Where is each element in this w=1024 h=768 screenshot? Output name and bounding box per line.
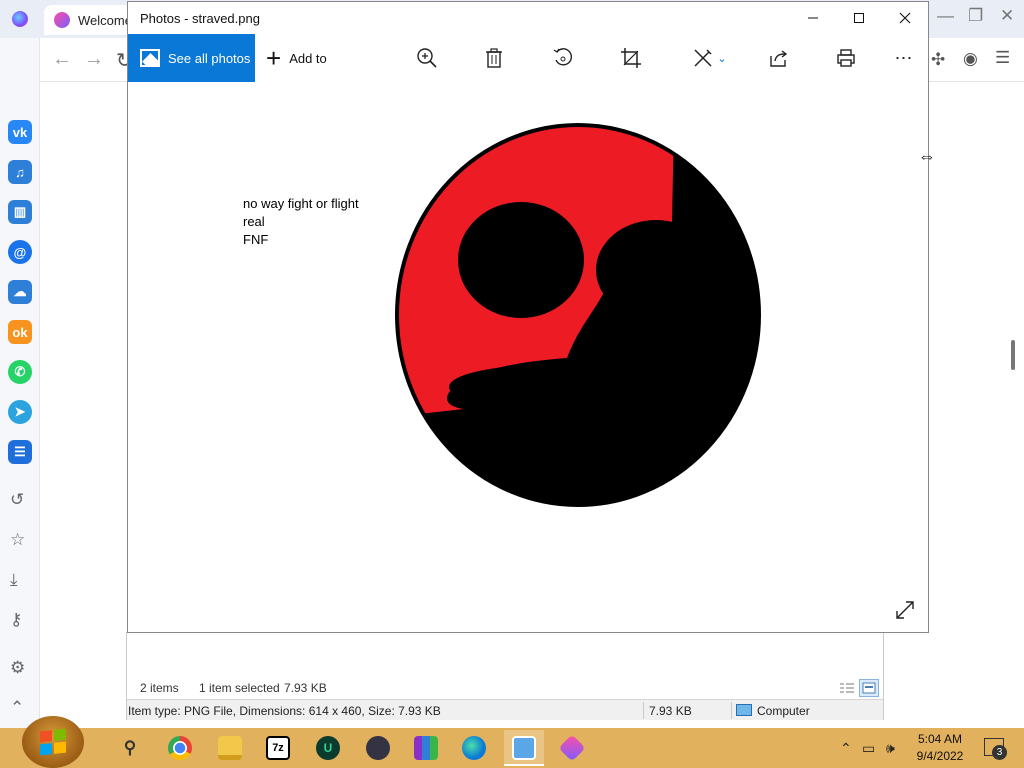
chrome-icon[interactable] [168,736,192,760]
photo-gallery-icon [140,49,160,67]
browser-logo-icon[interactable] [12,11,28,27]
minimize-icon [808,17,818,19]
search-icon[interactable]: ⚲ [118,736,142,760]
full-screen-expand-icon[interactable] [894,599,916,624]
crop-icon[interactable] [619,46,643,70]
notification-count-badge: 3 [992,745,1007,760]
forward-arrow-icon[interactable]: → [84,48,104,71]
minimize-button[interactable] [790,2,836,34]
history-icon[interactable]: ↺ [10,490,24,510]
image-caption-text: no way fight or flight real FNF [243,195,359,249]
edit-draw-icon[interactable] [691,46,715,70]
telegram-icon[interactable]: ➤ [8,400,32,424]
window-title: Photos - straved.png [140,11,260,26]
browser-sidebar: vk ♫ ▥ @ ☁ ok ✆ ➤ ☰ ↺ ☆ ⤓ ⚷ ⚙ ⌃ [0,38,40,728]
computer-icon [736,704,752,716]
explorer-status-bar: Item type: PNG File, Dimensions: 614 x 4… [127,699,883,720]
delete-trash-icon[interactable] [482,46,506,70]
photos-titlebar[interactable]: Photos - straved.png [128,2,928,34]
explorer-window: 2 items 1 item selected 7.93 KB Item typ… [126,632,884,720]
selected-size: 7.93 KB [284,681,327,695]
more-options-icon[interactable]: ⋯ [892,46,916,70]
caption-line: real [243,214,265,229]
caption-line: FNF [243,232,269,247]
photos-toolbar: See all photos + Add to ⌄ ⋯ [128,34,928,82]
explorer-items-bar: 2 items 1 item selected 7.93 KB [127,677,883,699]
print-icon[interactable] [834,46,858,70]
extensions-puzzle-icon[interactable]: ✣ [931,50,945,70]
close-button[interactable] [882,2,928,34]
caption-line: no way fight or flight [243,196,359,211]
items-count: 2 items [140,681,179,695]
maximize-button[interactable] [836,2,882,34]
chart-icon[interactable]: ▥ [8,200,32,224]
red-black-circle-artwork [395,123,761,507]
show-hidden-icons-chevron-icon[interactable]: ⌃ [840,740,852,757]
music-icon[interactable]: ♫ [8,160,32,184]
share-icon[interactable] [766,46,790,70]
vpn-helmet-icon[interactable] [366,736,390,760]
key-icon[interactable]: ⚷ [10,610,22,630]
windows-logo-icon [40,728,66,756]
status-size: 7.93 KB [649,704,692,718]
browser-scrollbar-thumb[interactable] [1011,340,1015,370]
start-button[interactable] [22,716,84,768]
system-clock[interactable]: 5:04 AM 9/4/2022 [908,731,972,765]
status-divider [731,702,732,719]
resize-cursor-icon: ⇔ [918,146,936,166]
see-all-photos-button[interactable]: See all photos [128,34,255,82]
status-location: Computer [757,704,810,718]
settings-icon[interactable]: ⚙ [10,658,25,678]
plus-icon: + [266,43,282,73]
tab-favicon-icon [54,12,70,28]
volume-icon[interactable]: 🕪 [886,740,895,757]
cloud-icon[interactable]: ☁ [8,280,32,304]
list-icon[interactable]: ☰ [8,440,32,464]
utorrent-icon[interactable]: U [316,736,340,760]
network-icon[interactable]: ▭ [862,740,875,757]
download-icon[interactable]: ⤓ [10,570,18,590]
photos-window: Photos - straved.png See all photos + Ad… [127,1,929,633]
large-icons-view-icon[interactable] [859,679,879,697]
chevron-up-icon[interactable]: ⌃ [10,698,24,718]
browser-close-icon[interactable]: ✕ [1000,6,1014,26]
status-item-type: Item type: PNG File, Dimensions: 614 x 4… [128,704,441,718]
image-canvas[interactable]: no way fight or flight real FNF [128,82,928,632]
photos-app-icon[interactable] [512,736,536,760]
odnoklassniki-icon[interactable]: ok [8,320,32,344]
whatsapp-icon[interactable]: ✆ [8,360,32,384]
7zip-icon[interactable]: 7z [266,736,290,760]
browser-app-icon[interactable] [558,734,586,762]
add-to-button[interactable]: + Add to [266,34,327,82]
close-icon [899,12,911,24]
browser-minimize-icon[interactable]: — [937,6,954,26]
edit-dropdown-chevron-icon[interactable]: ⌄ [715,46,729,70]
zoom-in-icon[interactable] [415,46,439,70]
back-arrow-icon[interactable]: ← [52,48,72,71]
star-icon[interactable]: ☆ [10,530,25,550]
taskbar: ⚲ 7z U ⌃ ▭ 🕪 5:04 AM 9/4/2022 3 [0,716,1024,768]
status-divider [643,702,644,719]
edge-icon[interactable] [462,736,486,760]
add-to-label: Add to [289,50,327,66]
selected-count: 1 item selected [199,681,280,695]
see-all-photos-label: See all photos [168,50,251,66]
browser-restore-icon[interactable]: ❐ [968,6,983,26]
vk-icon[interactable]: vk [8,120,32,144]
details-view-icon[interactable] [837,679,857,697]
file-explorer-icon[interactable] [218,736,242,760]
mail-icon[interactable]: @ [8,240,32,264]
menu-hamburger-icon[interactable]: ☰ [995,48,1010,68]
maximize-icon [854,13,864,23]
tab-title: Welcome [78,12,132,28]
winrar-icon[interactable] [414,736,438,760]
rotate-icon[interactable] [551,46,575,70]
clock-time: 5:04 AM [917,732,963,746]
clock-date: 9/4/2022 [916,749,964,763]
profile-icon[interactable]: ◉ [963,49,978,69]
